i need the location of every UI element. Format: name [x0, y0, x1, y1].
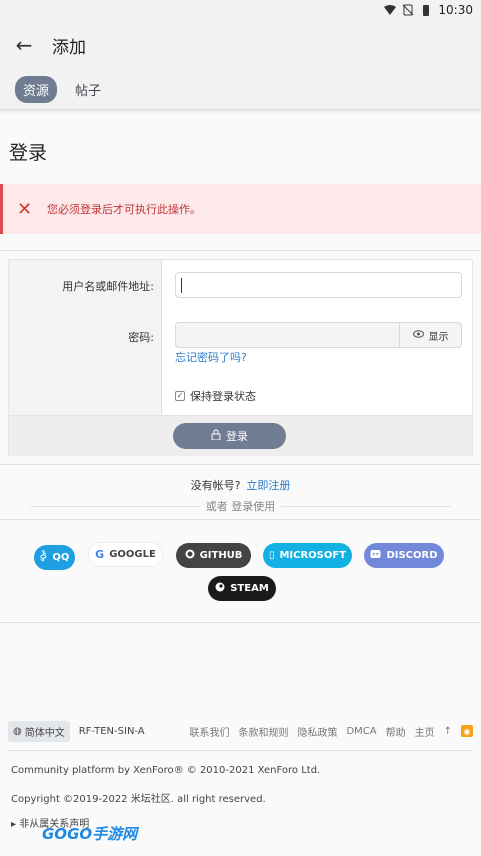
username-input[interactable]	[175, 272, 462, 298]
password-label: 密码:	[128, 331, 154, 344]
triangle-right-icon: ▸	[11, 819, 20, 830]
microsoft-icon: ▯	[268, 550, 275, 561]
error-banner: ✕ 您必须登录后才可执行此操作。	[0, 184, 481, 234]
remember-me-label: 保持登录状态	[190, 390, 256, 403]
github-label: GITHUB	[199, 550, 243, 561]
tab-bar: 资源 帖子	[0, 70, 481, 110]
forgot-password-link[interactable]: 忘记密码了吗?	[175, 349, 247, 365]
footer-link-privacy[interactable]: 隐私政策	[297, 724, 337, 739]
footer-bar: ◍ 简体中文 RF-TEN-SIN-A 联系我们 条款和规则 隐私政策 DMCA…	[8, 720, 473, 742]
globe-icon: ◍	[13, 725, 22, 737]
microsoft-login-button[interactable]: ▯ MICROSOFT	[263, 543, 352, 568]
show-password-button[interactable]: 显示	[399, 323, 461, 347]
footer-link-terms[interactable]: 条款和规则	[238, 724, 288, 739]
form-footer: 登录	[9, 415, 472, 456]
divider	[0, 250, 481, 251]
discord-label: DISCORD	[386, 550, 438, 561]
tab-posts[interactable]: 帖子	[67, 76, 109, 103]
battery-icon	[420, 4, 432, 16]
close-icon: ✕	[17, 198, 33, 220]
app-bar: ← 添加	[0, 20, 481, 70]
qq-icon: ꀅ	[39, 553, 48, 564]
google-label: GOOGLE	[109, 549, 156, 560]
lock-icon	[211, 429, 221, 443]
discord-login-button[interactable]: DISCORD	[364, 543, 444, 568]
login-button[interactable]: 登录	[173, 423, 286, 449]
register-prompt: 没有帐号? 立即注册	[0, 477, 481, 493]
footer-link-home[interactable]: 主页	[415, 724, 435, 739]
error-message: 您必须登录后才可执行此操作。	[47, 203, 201, 216]
remember-me-checkbox[interactable]: ✓ 保持登录状态	[175, 388, 256, 404]
qq-label: QQ	[52, 552, 70, 563]
site-copyright: Copyright ©2019-2022 米坛社区. all right res…	[11, 794, 266, 805]
divider	[0, 464, 481, 465]
app-bar-title: 添加	[52, 37, 86, 58]
divider	[281, 505, 452, 507]
page-title: 登录	[9, 142, 48, 164]
divider	[0, 622, 481, 623]
eye-icon	[412, 329, 424, 341]
username-label: 用户名或邮件地址:	[62, 280, 154, 293]
checkbox-icon: ✓	[175, 391, 185, 401]
back-arrow-icon[interactable]: ←	[12, 33, 36, 57]
divider	[8, 750, 473, 751]
footer-link-help[interactable]: 帮助	[386, 724, 406, 739]
discord-icon	[370, 549, 381, 562]
footer-links: 联系我们 条款和规则 隐私政策 DMCA 帮助 主页 ↑ ◉	[189, 724, 473, 739]
no-sim-icon	[402, 4, 414, 16]
divider	[0, 519, 481, 520]
register-prompt-text: 没有帐号?	[190, 479, 241, 492]
divider	[29, 505, 200, 507]
steam-label: STEAM	[230, 583, 269, 594]
steam-icon	[215, 582, 225, 595]
footer-link-dmca[interactable]: DMCA	[346, 726, 376, 737]
register-link[interactable]: 立即注册	[246, 479, 290, 492]
rss-icon[interactable]: ◉	[461, 725, 473, 737]
or-login-with: 或者 登录使用	[0, 498, 481, 514]
or-login-text: 或者 登录使用	[205, 500, 276, 513]
login-form: 用户名或邮件地址: 密码: 显示 忘记密码了吗? ✓ 保持登录状态 登录	[8, 259, 473, 456]
status-time: 10:30	[438, 3, 473, 17]
wifi-icon	[384, 4, 397, 16]
qq-login-button[interactable]: ꀅ QQ	[34, 545, 75, 570]
language-chooser[interactable]: ◍ 简体中文	[8, 720, 70, 742]
github-login-button[interactable]: GITHUB	[176, 543, 251, 568]
show-password-label: 显示	[428, 331, 449, 343]
style-chooser[interactable]: RF-TEN-SIN-A	[79, 726, 145, 737]
google-icon: G	[95, 548, 105, 561]
watermark-logo: GOGO手游网	[42, 825, 138, 843]
password-input[interactable]: 显示	[175, 322, 462, 348]
status-bar: 10:30	[0, 0, 481, 20]
text-caret	[181, 278, 182, 293]
microsoft-label: MICROSOFT	[279, 550, 347, 561]
github-icon	[185, 549, 195, 562]
tab-resources[interactable]: 资源	[15, 76, 58, 103]
language-label: 简体中文	[24, 727, 65, 739]
xenforo-copyright: Community platform by XenForo® © 2010-20…	[11, 765, 321, 776]
google-login-button[interactable]: G GOOGLE	[88, 542, 163, 567]
footer-link-contact[interactable]: 联系我们	[189, 724, 229, 739]
steam-login-button[interactable]: STEAM	[208, 576, 276, 601]
login-button-label: 登录	[226, 430, 248, 443]
scroll-top-arrow-icon[interactable]: ↑	[444, 726, 452, 737]
